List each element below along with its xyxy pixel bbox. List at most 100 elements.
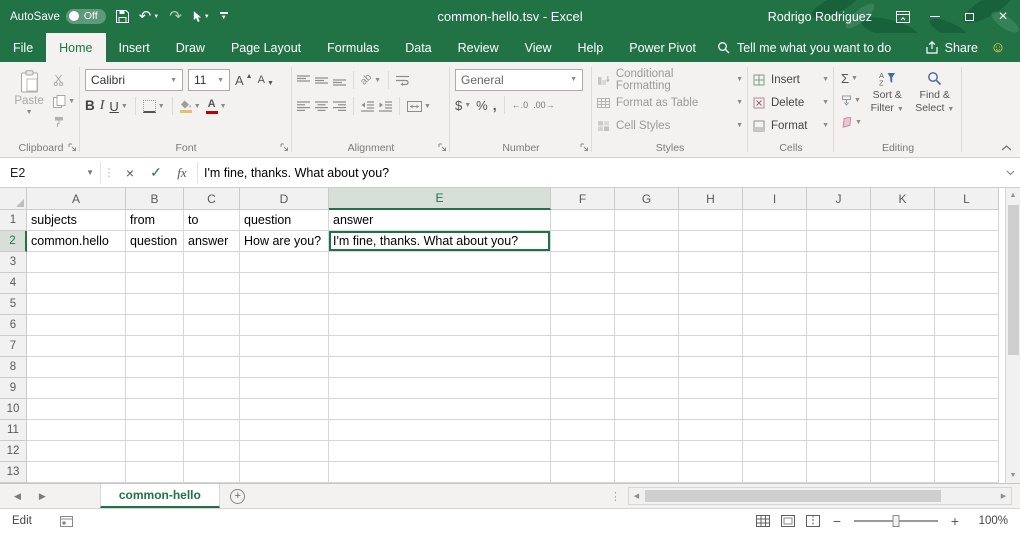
cell-B2[interactable]: question <box>126 231 184 252</box>
borders-button[interactable]: ▼ <box>143 100 165 113</box>
cell-H4[interactable] <box>679 273 743 294</box>
alignment-dialog-launcher[interactable] <box>438 143 447 152</box>
italic-button[interactable]: I <box>100 99 105 113</box>
cell-A9[interactable] <box>27 378 126 399</box>
ribbon-tab-view[interactable]: View <box>512 33 565 62</box>
column-header-G[interactable]: G <box>615 188 679 210</box>
cell-L11[interactable] <box>935 420 999 441</box>
cell-F4[interactable] <box>551 273 615 294</box>
decrease-indent-button[interactable] <box>361 101 374 112</box>
cell-A5[interactable] <box>27 294 126 315</box>
cell-C13[interactable] <box>184 462 240 483</box>
cell-K13[interactable] <box>871 462 935 483</box>
cell-H10[interactable] <box>679 399 743 420</box>
ribbon-display-options-icon[interactable] <box>888 0 918 33</box>
cell-L10[interactable] <box>935 399 999 420</box>
accounting-format-button[interactable]: $▼ <box>455 99 471 112</box>
cell-C6[interactable] <box>184 315 240 336</box>
cell-C5[interactable] <box>184 294 240 315</box>
cell-B1[interactable]: from <box>126 210 184 231</box>
cell-B11[interactable] <box>126 420 184 441</box>
cell-F11[interactable] <box>551 420 615 441</box>
cell-I2[interactable] <box>743 231 807 252</box>
cell-D13[interactable] <box>240 462 329 483</box>
cell-K2[interactable] <box>871 231 935 252</box>
column-header-B[interactable]: B <box>126 188 184 210</box>
cell-B9[interactable] <box>126 378 184 399</box>
cell-E3[interactable] <box>329 252 551 273</box>
cell-B5[interactable] <box>126 294 184 315</box>
scroll-left-icon[interactable]: ◀ <box>629 488 644 504</box>
cell-F2[interactable] <box>551 231 615 252</box>
cell-K11[interactable] <box>871 420 935 441</box>
cell-E8[interactable] <box>329 357 551 378</box>
close-button[interactable]: × <box>986 0 1020 33</box>
decrease-font-size-button[interactable]: A▼ <box>258 75 274 86</box>
row-header-5[interactable]: 5 <box>0 294 27 315</box>
cell-B3[interactable] <box>126 252 184 273</box>
save-icon[interactable] <box>116 10 129 23</box>
paste-button[interactable]: Paste ▼ <box>7 65 51 138</box>
cell-B12[interactable] <box>126 441 184 462</box>
cell-J9[interactable] <box>807 378 871 399</box>
cell-H7[interactable] <box>679 336 743 357</box>
column-header-D[interactable]: D <box>240 188 329 210</box>
cell-K9[interactable] <box>871 378 935 399</box>
cell-G5[interactable] <box>615 294 679 315</box>
increase-font-size-button[interactable]: A▲ <box>235 74 253 87</box>
cell-styles-button[interactable]: Cell Styles▼ <box>597 114 743 137</box>
cell-J8[interactable] <box>807 357 871 378</box>
cancel-button[interactable]: × <box>117 158 143 187</box>
ribbon-tab-file[interactable]: File <box>0 33 46 62</box>
format-as-table-button[interactable]: Format as Table▼ <box>597 91 743 114</box>
horizontal-scroll-thumb[interactable] <box>645 490 941 502</box>
cell-E13[interactable] <box>329 462 551 483</box>
feedback-smiley-icon[interactable]: ☺ <box>984 33 1012 62</box>
ribbon-tab-insert[interactable]: Insert <box>106 33 163 62</box>
cell-L1[interactable] <box>935 210 999 231</box>
cell-D10[interactable] <box>240 399 329 420</box>
row-header-1[interactable]: 1 <box>0 210 27 231</box>
underline-button[interactable]: U▼ <box>109 100 127 113</box>
cell-F6[interactable] <box>551 315 615 336</box>
ribbon-tab-draw[interactable]: Draw <box>163 33 218 62</box>
increase-decimal-button[interactable]: ←.0 <box>512 101 529 110</box>
cell-E2[interactable]: I'm fine, thanks. What about you? <box>329 231 551 252</box>
row-header-11[interactable]: 11 <box>0 420 27 441</box>
fill-color-button[interactable]: ▼ <box>180 100 201 113</box>
format-painter-button[interactable] <box>53 114 75 130</box>
cell-A2[interactable]: common.hello <box>27 231 126 252</box>
macro-record-icon[interactable] <box>60 516 73 527</box>
formula-input[interactable]: I'm fine, thanks. What about you? <box>204 158 1000 187</box>
cell-I7[interactable] <box>743 336 807 357</box>
column-header-A[interactable]: A <box>27 188 126 210</box>
cell-G2[interactable] <box>615 231 679 252</box>
cell-C1[interactable]: to <box>184 210 240 231</box>
cell-I5[interactable] <box>743 294 807 315</box>
cell-A8[interactable] <box>27 357 126 378</box>
ribbon-tab-review[interactable]: Review <box>445 33 512 62</box>
percent-style-button[interactable]: % <box>476 99 488 112</box>
cell-K4[interactable] <box>871 273 935 294</box>
autosum-button[interactable]: Σ▼ <box>841 70 862 86</box>
font-color-button[interactable]: A ▼ <box>206 99 227 114</box>
cell-J11[interactable] <box>807 420 871 441</box>
align-right-button[interactable] <box>333 101 346 112</box>
cell-F3[interactable] <box>551 252 615 273</box>
cell-I6[interactable] <box>743 315 807 336</box>
align-middle-button[interactable] <box>315 75 328 86</box>
sheet-tab-common-hello[interactable]: common-hello <box>100 484 220 508</box>
horizontal-scrollbar[interactable]: ◀ ▶ <box>628 487 1012 505</box>
cell-B8[interactable] <box>126 357 184 378</box>
cell-J3[interactable] <box>807 252 871 273</box>
cell-K5[interactable] <box>871 294 935 315</box>
cell-C4[interactable] <box>184 273 240 294</box>
copy-button[interactable]: ▼ <box>53 93 75 109</box>
cell-L6[interactable] <box>935 315 999 336</box>
cell-F5[interactable] <box>551 294 615 315</box>
customize-quick-access-icon[interactable]: ▼ <box>220 12 228 21</box>
cell-L8[interactable] <box>935 357 999 378</box>
cell-C7[interactable] <box>184 336 240 357</box>
minimize-button[interactable] <box>918 0 952 33</box>
column-header-L[interactable]: L <box>935 188 999 210</box>
